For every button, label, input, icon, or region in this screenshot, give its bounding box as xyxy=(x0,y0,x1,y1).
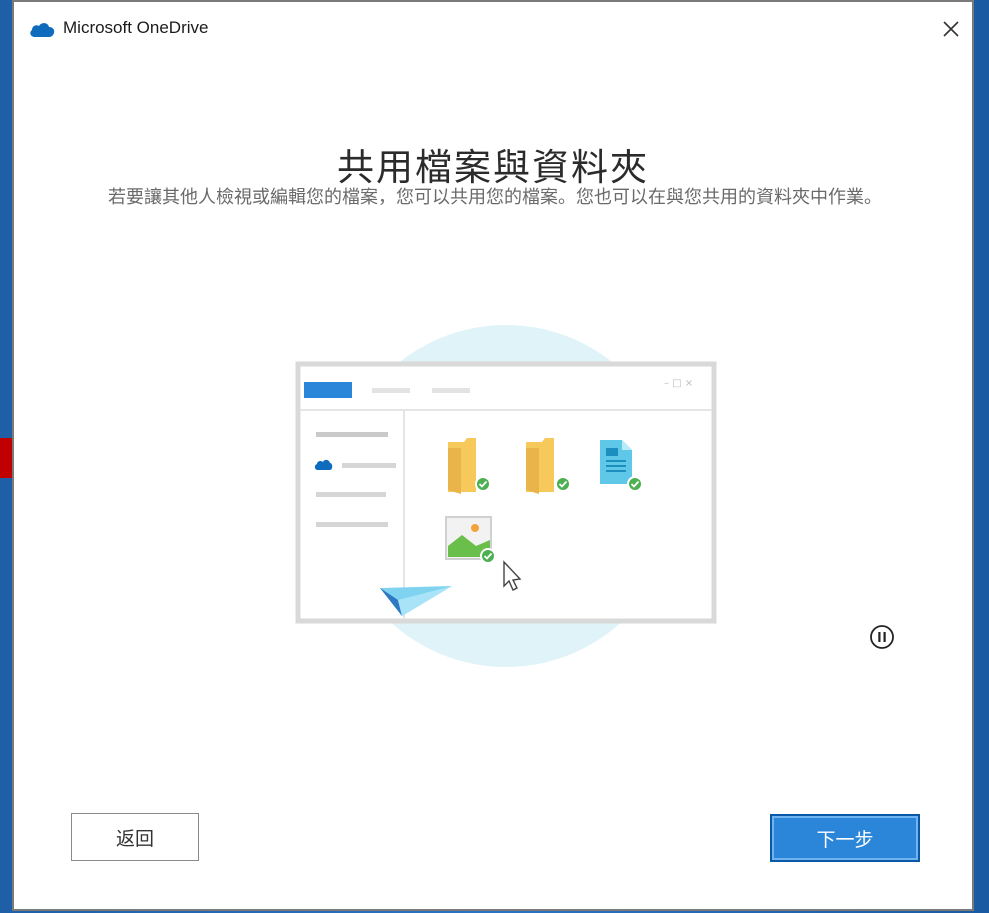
next-button[interactable]: 下一步 xyxy=(770,814,920,862)
pause-circle-icon[interactable] xyxy=(867,622,897,652)
illustration-tab-placeholder xyxy=(372,388,410,393)
back-button[interactable]: 返回 xyxy=(71,813,199,861)
illustration-sidebar-line xyxy=(342,463,396,468)
page-description: 若要讓其他人檢視或編輯您的檔案，您可以共用您的檔案。您也可以在與您共用的資料夾中… xyxy=(108,187,882,208)
illustration-window-controls: – □ × xyxy=(664,378,693,389)
onedrive-cloud-icon xyxy=(30,23,55,37)
illustration-active-tab xyxy=(304,382,352,398)
image-synced-icon xyxy=(445,516,496,564)
title-bar: Microsoft OneDrive xyxy=(14,2,972,58)
illustration-sidebar-line xyxy=(316,492,386,497)
window-title: Microsoft OneDrive xyxy=(63,18,209,37)
close-button[interactable] xyxy=(932,10,970,48)
onedrive-setup-window: Microsoft OneDrive 共用檔案與資料夾 若要讓其他人檢視或編輯您… xyxy=(12,0,974,911)
illustration-sidebar-line xyxy=(316,522,388,527)
share-files-illustration: – □ × xyxy=(295,325,717,667)
illustration-sidebar-line xyxy=(316,432,388,437)
illustration-tab-placeholder xyxy=(432,388,470,393)
close-icon xyxy=(943,21,959,37)
